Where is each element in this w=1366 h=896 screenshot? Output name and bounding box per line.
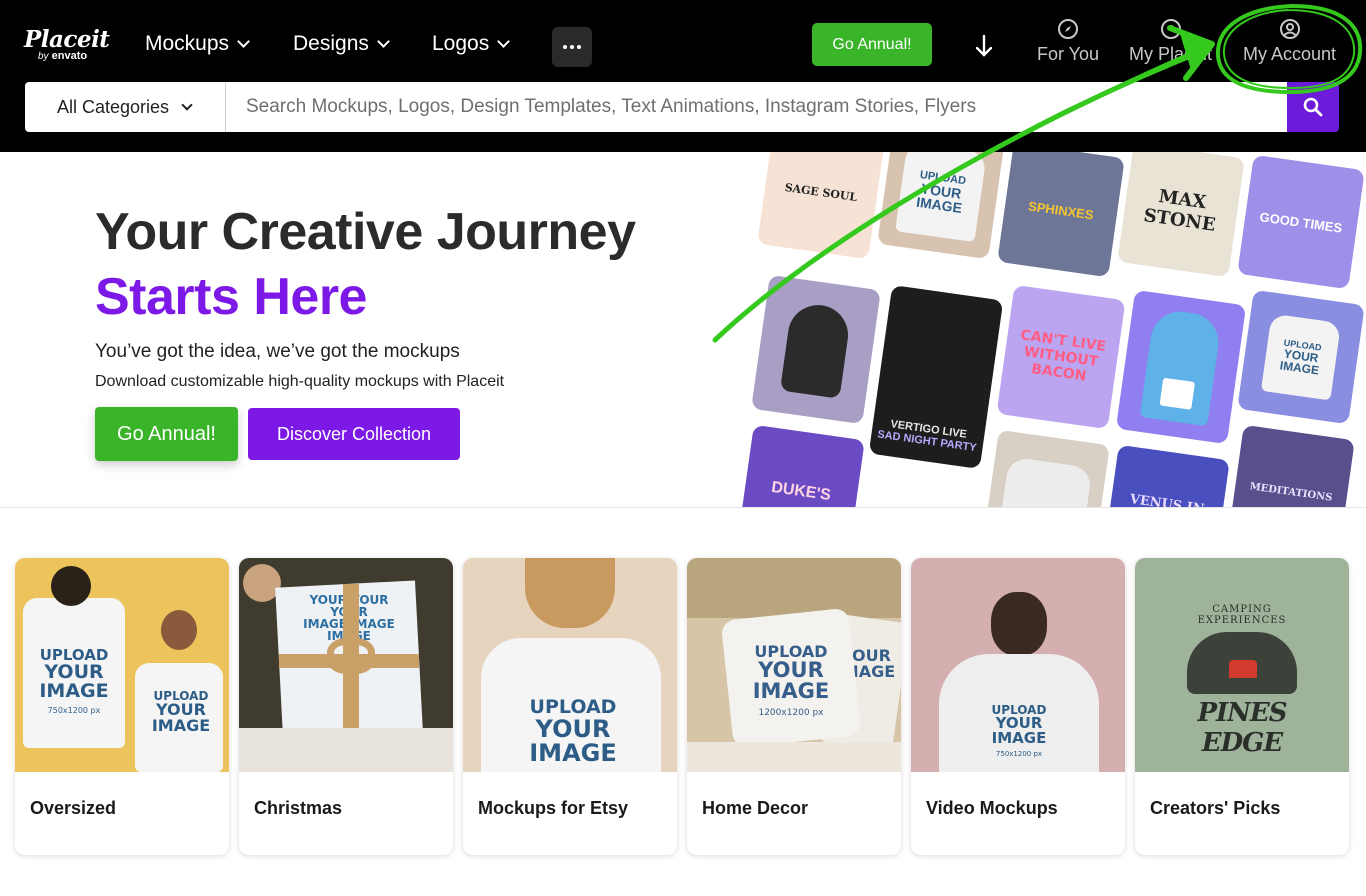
collage-tile: SAGE SOUL <box>757 152 885 260</box>
card-label: Oversized <box>30 798 117 818</box>
my-placeit-link[interactable]: My Placeit <box>1129 18 1212 65</box>
hero-subtitle: You’ve got the idea, we’ve got the mocku… <box>95 341 460 362</box>
model-head <box>525 558 615 628</box>
my-placeit-icon <box>1160 19 1181 39</box>
compass-icon <box>1058 19 1079 39</box>
upload-image-placeholder: UPLOAD YOUR IMAGE 750x1200 px <box>39 646 109 715</box>
card-label: Mockups for Etsy <box>478 798 629 818</box>
category-card-oversized[interactable]: UPLOAD YOUR IMAGE 750x1200 px UPLOAD YOUR IMA… <box>15 558 229 855</box>
my-placeit-label: My Placeit <box>1129 44 1213 64</box>
hero-collage: SAGE SOUL UPLOAD YOUR IMAGE SPHINXES MAX S… <box>735 152 1366 507</box>
for-you-label: For You <box>1037 44 1100 64</box>
logo-envato: envato <box>51 50 88 62</box>
nav-mockups[interactable]: Mockups <box>145 32 250 56</box>
upload-image-placeholder: UPLOAD YOUR IMAGE 750x1200 px <box>991 703 1047 758</box>
user-circle-icon <box>1279 19 1300 39</box>
category-cards: UPLOAD YOUR IMAGE 750x1200 px UPLOAD YOUR IMA… <box>15 558 1351 856</box>
dog-photo <box>780 300 852 399</box>
card-image: UPLOAD YOUR IMAGE 750x1200 px <box>911 558 1125 772</box>
collage-tile: VERTIGO LIVE SAD NIGHT PARTY <box>868 285 1004 469</box>
category-card-christmas[interactable]: YOUR YOUR YOURIMAGE IMAGE IMAGE Christma… <box>239 558 453 855</box>
collage-tile: DUKE'S <box>737 424 865 507</box>
sofa <box>687 742 901 772</box>
top-header: Placeit by envato Mockups Designs Logos … <box>0 0 1366 152</box>
download-arrow-icon[interactable] <box>974 34 994 58</box>
logo-by: by <box>38 51 49 62</box>
my-account-label: My Account <box>1243 44 1337 64</box>
search-button[interactable] <box>1287 82 1339 132</box>
hero-description: Download customizable high-quality mocku… <box>95 373 505 390</box>
category-card-creators-picks[interactable]: CAMPING EXPERIENCES PINES EDGE Creators'… <box>1135 558 1349 855</box>
chevron-down-icon <box>497 35 511 48</box>
card-image: YOUR IMAGE UPLOAD YOUR IMAGE 1200x1200 px <box>687 558 901 772</box>
hero-title: Your Creative Journey <box>95 203 636 261</box>
collage-tile: MAX STONE <box>1117 152 1245 278</box>
go-annual-header-button[interactable]: Go Annual! <box>812 23 932 66</box>
chevron-down-icon <box>181 98 193 111</box>
collage-tile: MEDITATIONS <box>1227 424 1355 507</box>
ellipsis-icon <box>563 45 567 49</box>
sweater-sleeves <box>239 728 453 772</box>
model-head <box>991 592 1047 656</box>
collage-tile: SPHINXES <box>997 152 1125 278</box>
chevron-down-icon <box>377 35 390 48</box>
my-account-link[interactable]: My Account <box>1243 18 1336 65</box>
collage-tile: CAN'T LIVE WITHOUT BACON <box>996 284 1126 430</box>
nav-mockups-label: Mockups <box>145 32 230 55</box>
placeit-logo[interactable]: Placeit by envato <box>24 26 110 62</box>
upload-image-placeholder: UPLOAD YOUR IMAGE 1200x1200 px <box>752 642 830 718</box>
collage-tile <box>982 429 1110 507</box>
search-input[interactable] <box>226 82 1287 132</box>
collage-tile: UPLOAD YOUR IMAGE <box>877 152 1005 260</box>
nav-logos-label: Logos <box>432 32 490 55</box>
collage-tile <box>1115 289 1247 445</box>
card-image: UPLOAD YOUR IMAGE 750x1200 px UPLOAD YOUR IMA… <box>15 558 229 772</box>
upload-image-placeholder: UPLOAD YOUR IMAGE <box>151 689 211 735</box>
discover-collection-button[interactable]: Discover Collection <box>248 408 460 460</box>
category-select-label: All Categories <box>57 96 170 117</box>
hero-section: Your Creative Journey Starts Here You’ve… <box>0 152 1366 508</box>
category-select[interactable]: All Categories <box>25 82 226 132</box>
gift-bow <box>327 638 375 674</box>
card-image: CAMPING EXPERIENCES PINES EDGE <box>1135 558 1349 772</box>
chevron-down-icon <box>237 35 250 48</box>
model-head <box>161 610 197 650</box>
card-label: Creators' Picks <box>1150 798 1281 818</box>
collage-tile: VENUS IN LIBRO <box>1102 444 1230 507</box>
card-label: Video Mockups <box>926 798 1058 818</box>
search-icon <box>1303 97 1323 117</box>
collage-tile: GOOD TIMES <box>1237 154 1365 290</box>
collage-tile <box>751 274 881 425</box>
hoodie-couple <box>999 456 1093 507</box>
search-bar: All Categories <box>25 82 1339 132</box>
design-arc-text: CAMPING EXPERIENCES <box>1197 604 1287 626</box>
design-title: PINES EDGE <box>1197 698 1287 758</box>
go-annual-hero-button[interactable]: Go Annual! <box>95 407 238 461</box>
upload-image-placeholder: UPLOAD YOUR IMAGE <box>529 696 617 767</box>
model-head <box>51 566 91 606</box>
tent-illustration <box>1229 660 1257 678</box>
person-with-mug <box>1139 307 1223 427</box>
category-card-home-decor[interactable]: YOUR IMAGE UPLOAD YOUR IMAGE 1200x1200 px Ho… <box>687 558 901 855</box>
hero-title-accent: Starts Here <box>95 268 367 326</box>
category-card-video[interactable]: UPLOAD YOUR IMAGE 750x1200 px Video Mockups <box>911 558 1125 855</box>
collage-tile: UPLOAD YOUR IMAGE <box>1237 289 1365 425</box>
for-you-link[interactable]: For You <box>1037 18 1099 65</box>
tshirt-mockup: UPLOAD YOUR IMAGE <box>1260 313 1342 401</box>
tshirt-mockup: UPLOAD YOUR IMAGE <box>895 152 987 243</box>
category-card-etsy[interactable]: UPLOAD YOUR IMAGE Mockups for Etsy <box>463 558 677 855</box>
more-menu-button[interactable] <box>552 27 592 67</box>
logo-wordmark: Placeit <box>24 26 110 53</box>
nav-designs[interactable]: Designs <box>293 32 390 56</box>
nav-designs-label: Designs <box>293 32 369 55</box>
card-label: Christmas <box>254 798 343 818</box>
card-label: Home Decor <box>702 798 809 818</box>
card-image: YOUR YOUR YOURIMAGE IMAGE IMAGE <box>239 558 453 772</box>
card-image: UPLOAD YOUR IMAGE <box>463 558 677 772</box>
mug-mockup <box>1159 377 1196 410</box>
logo-byline: by envato <box>38 50 87 62</box>
nav-logos[interactable]: Logos <box>432 32 511 56</box>
plant-background <box>687 558 901 618</box>
